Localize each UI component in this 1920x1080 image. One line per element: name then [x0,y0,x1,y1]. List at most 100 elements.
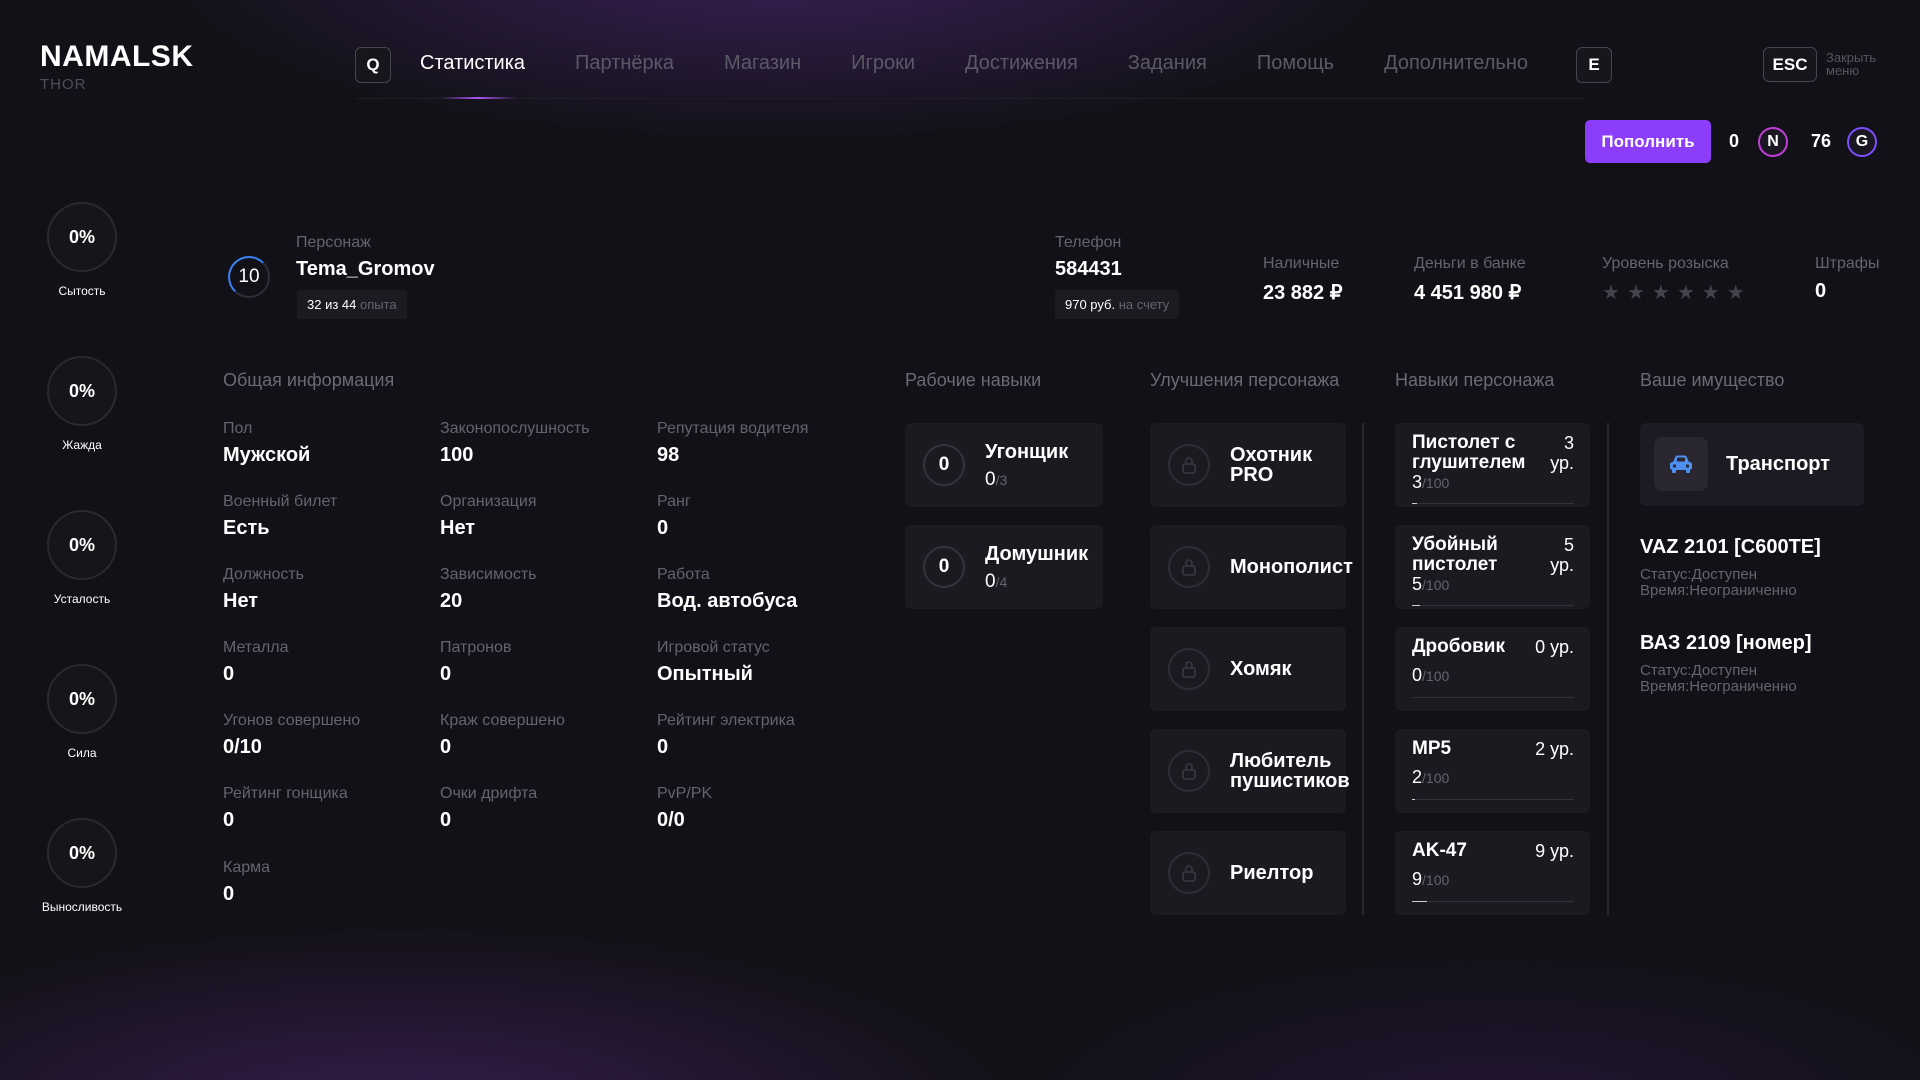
info-label: Организация [440,493,537,510]
info-value: Нет [440,517,476,539]
skill-progress: 0/3 [985,469,1007,491]
info-value: 0 [657,736,669,758]
skill-progress-bar [1412,901,1574,902]
experience-value: 32 из 44 [307,297,357,312]
need-ring: 0% [47,510,117,580]
skill-progress-bar [1412,799,1574,800]
upgrade-monopolist[interactable]: Монополист [1150,525,1353,609]
main-nav: Статистика Партнёрка Магазин Игроки Дост… [420,52,1528,75]
info-karma: Карма 0 [223,859,433,906]
upgrade-name-line2: PRO [1230,464,1274,486]
need-value: 0% [68,842,95,863]
info-ammo: Патронов 0 [440,639,650,686]
info-value: 0 [223,809,235,831]
info-label: Очки дрифта [440,785,538,802]
tab-achievements[interactable]: Достижения [965,52,1078,75]
phone-balance-chip: 970 руб. на счету [1055,290,1180,319]
tab-help[interactable]: Помощь [1257,52,1334,75]
cash-value: 23 882 ₽ [1263,282,1343,304]
vehicle-item[interactable]: ВАЗ 2109 [номер] Статус:Доступен Время:Н… [1640,632,1812,695]
info-game-status: Игровой статус Опытный [657,639,867,686]
character-level: 10 [238,266,260,287]
info-car-thefts: Угонов совершено 0/10 [223,712,433,759]
vehicle-item[interactable]: VAZ 2101 [C600TE] Статус:Доступен Время:… [1640,536,1821,599]
wanted-label: Уровень розыска [1602,255,1729,272]
tab-statistics[interactable]: Статистика [420,52,525,75]
star-icon: ★ [1626,282,1645,304]
info-job: Работа Вод. автобуса [657,566,867,613]
info-label: Работа [657,566,710,583]
upgrade-name: Риелтор [1230,863,1313,883]
work-skills-title: Рабочие навыки [905,370,1042,390]
phone-balance-suffix: на счету [1118,297,1170,312]
work-skill-car-thief[interactable]: 0 Угонщик 0/3 [905,423,1103,507]
info-rank: Ранг 0 [657,493,867,540]
tab-additional[interactable]: Дополнительно [1384,52,1528,75]
property-category-transport[interactable]: Транспорт [1640,423,1864,506]
nav-next-key[interactable]: E [1576,47,1612,83]
upgrade-name-line1: Монополист [1230,556,1353,578]
character-name: Tema_Gromov [296,258,435,280]
skill-progress-current: 0 [985,469,996,490]
info-label: Должность [223,566,304,583]
property-category-label: Транспорт [1726,453,1831,475]
upgrade-name: Хомяк [1230,659,1292,679]
topup-button[interactable]: Пополнить [1585,120,1711,163]
tab-partner[interactable]: Партнёрка [575,52,674,75]
skill-deadly-pistol[interactable]: Убойный пистолет 5 ур. 5/100 [1395,525,1590,609]
close-menu-label[interactable]: Закрыть меню [1826,51,1896,77]
info-value: 0 [440,809,452,831]
skill-progress-fill [1412,605,1421,606]
bank-label: Деньги в банке [1414,255,1526,272]
skill-silenced-pistol[interactable]: Пистолет с глушителем 3 ур. 3/100 [1395,423,1590,507]
need-fatigue: 0% Усталость [40,510,124,606]
info-value: 0 [440,663,452,685]
skill-ak47[interactable]: AK-47 9 ур. 9/100 [1395,831,1590,915]
close-menu-label-line2: меню [1826,63,1860,78]
tab-shop[interactable]: Магазин [724,52,801,75]
upgrade-hunter-pro[interactable]: Охотник PRO [1150,423,1346,507]
skill-progress-current: 3 [1412,472,1423,492]
skill-progress-max: /100 [1422,668,1450,684]
skill-progress-fill [1412,901,1427,902]
active-tab-indicator [440,97,516,99]
general-info-title: Общая информация [223,370,395,390]
upgrade-fluffy-lover[interactable]: Любитель пушистиков [1150,729,1350,813]
need-label: Сытость [58,284,106,298]
work-skill-burglar[interactable]: 0 Домушник 0/4 [905,525,1103,609]
nav-prev-key[interactable]: Q [355,47,391,83]
skill-progress: 0/4 [985,571,1007,593]
skills-scrollbar[interactable] [1607,423,1609,915]
skill-mp5[interactable]: MP5 2 ур. 2/100 [1395,729,1590,813]
info-label: Угонов совершено [223,712,361,729]
fines-label: Штрафы [1815,255,1880,272]
skill-progress-current: 0 [985,571,996,592]
skill-level-line1: 2 ур. [1535,739,1574,759]
need-thirst: 0% Жажда [40,356,124,452]
upgrade-name: Монополист [1230,557,1353,577]
info-label: Репутация водителя [657,420,809,437]
info-metal: Металла 0 [223,639,433,686]
tab-tasks[interactable]: Задания [1128,52,1207,75]
info-value: Есть [223,517,270,539]
close-menu-key[interactable]: ESC [1763,47,1817,82]
upgrades-scrollbar[interactable] [1362,423,1364,915]
info-value: Мужской [223,444,311,466]
star-icon: ★ [1701,282,1720,304]
info-drift-points: Очки дрифта 0 [440,785,650,832]
phone-balance: 970 руб. [1065,297,1116,312]
need-value: 0% [68,534,95,555]
upgrades-title: Улучшения персонажа [1150,370,1340,390]
need-value: 0% [68,380,95,401]
upgrade-name-line2: пушистиков [1230,770,1350,792]
info-label: Краж совершено [440,712,565,729]
skill-progress-current: 2 [1412,767,1423,787]
skill-shotgun[interactable]: Дробовик 0 ур. 0/100 [1395,627,1590,711]
upgrade-hamster[interactable]: Хомяк [1150,627,1346,711]
tab-players[interactable]: Игроки [851,52,915,75]
phone-label: Телефон [1055,234,1122,251]
n-balance: 0 [1729,131,1740,151]
upgrade-realtor[interactable]: Риелтор [1150,831,1346,915]
info-label: Рейтинг гонщика [223,785,348,802]
experience-chip: 32 из 44 опыта [297,290,407,319]
